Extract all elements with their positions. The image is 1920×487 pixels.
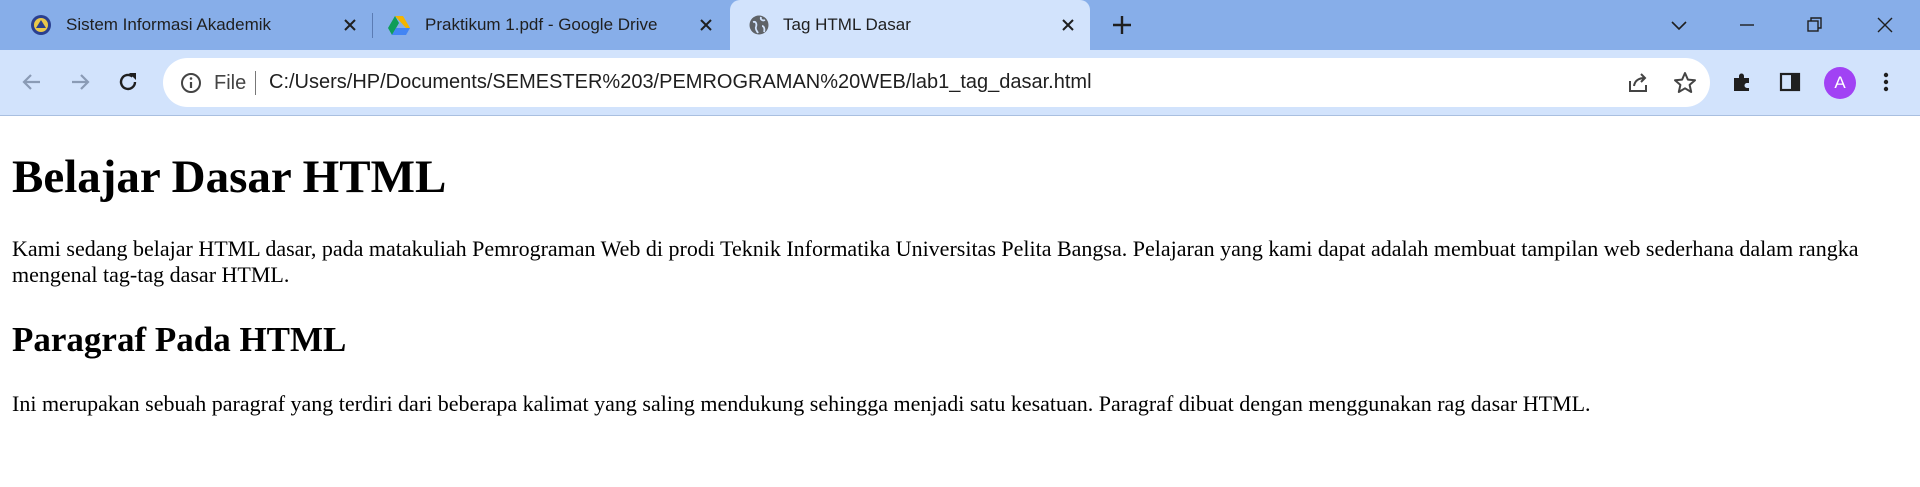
close-icon[interactable] [340,15,360,35]
browser-toolbar: File C:/Users/HP/Documents/SEMESTER%203/… [0,50,1920,116]
tab-tag-html-dasar[interactable]: Tag HTML Dasar [730,0,1090,50]
intro-paragraph: Kami sedang belajar HTML dasar, pada mat… [12,236,1859,287]
extensions-icon[interactable] [1728,68,1756,96]
forward-arrow-icon[interactable] [66,68,94,96]
star-icon[interactable] [1672,70,1698,96]
tab-strip: Sistem Informasi Akademik Praktikum 1.pd… [0,0,1920,50]
close-icon[interactable] [696,15,716,35]
tab-sistem-informasi-akademik[interactable]: Sistem Informasi Akademik [0,0,372,50]
url-scheme-label: File [214,72,247,94]
section-paragraph: Ini merupakan sebuah paragraf yang terdi… [12,391,1591,416]
close-icon[interactable] [1058,15,1078,35]
omnibox-divider [255,71,256,95]
tab-title: Tag HTML Dasar [783,15,911,34]
web-page-content: Belajar Dasar HTML Kami sedang belajar H… [0,116,1920,487]
window-close-icon[interactable] [1870,10,1900,40]
restore-icon[interactable] [1800,10,1830,40]
chevron-down-icon[interactable] [1664,10,1694,40]
tab-title: Praktikum 1.pdf - Google Drive [425,15,658,34]
tab-praktikum-google-drive[interactable]: Praktikum 1.pdf - Google Drive [373,0,728,50]
page-heading: Belajar Dasar HTML [12,151,447,203]
back-arrow-icon[interactable] [18,68,46,96]
address-bar[interactable]: File C:/Users/HP/Documents/SEMESTER%203/… [163,58,1710,107]
side-panel-icon[interactable] [1776,68,1804,96]
plus-icon[interactable] [1110,13,1134,37]
share-icon[interactable] [1626,71,1650,95]
google-drive-icon [388,14,410,36]
kebab-menu-icon[interactable] [1872,68,1900,96]
minimize-icon[interactable] [1732,10,1762,40]
university-logo-icon [30,14,52,36]
section-heading: Paragraf Pada HTML [12,320,347,359]
globe-icon [748,14,770,36]
info-icon[interactable] [179,71,203,95]
reload-icon[interactable] [114,68,142,96]
tab-title: Sistem Informasi Akademik [66,15,272,34]
avatar[interactable]: A [1824,67,1856,99]
url-text[interactable]: C:/Users/HP/Documents/SEMESTER%203/PEMRO… [269,71,1092,94]
